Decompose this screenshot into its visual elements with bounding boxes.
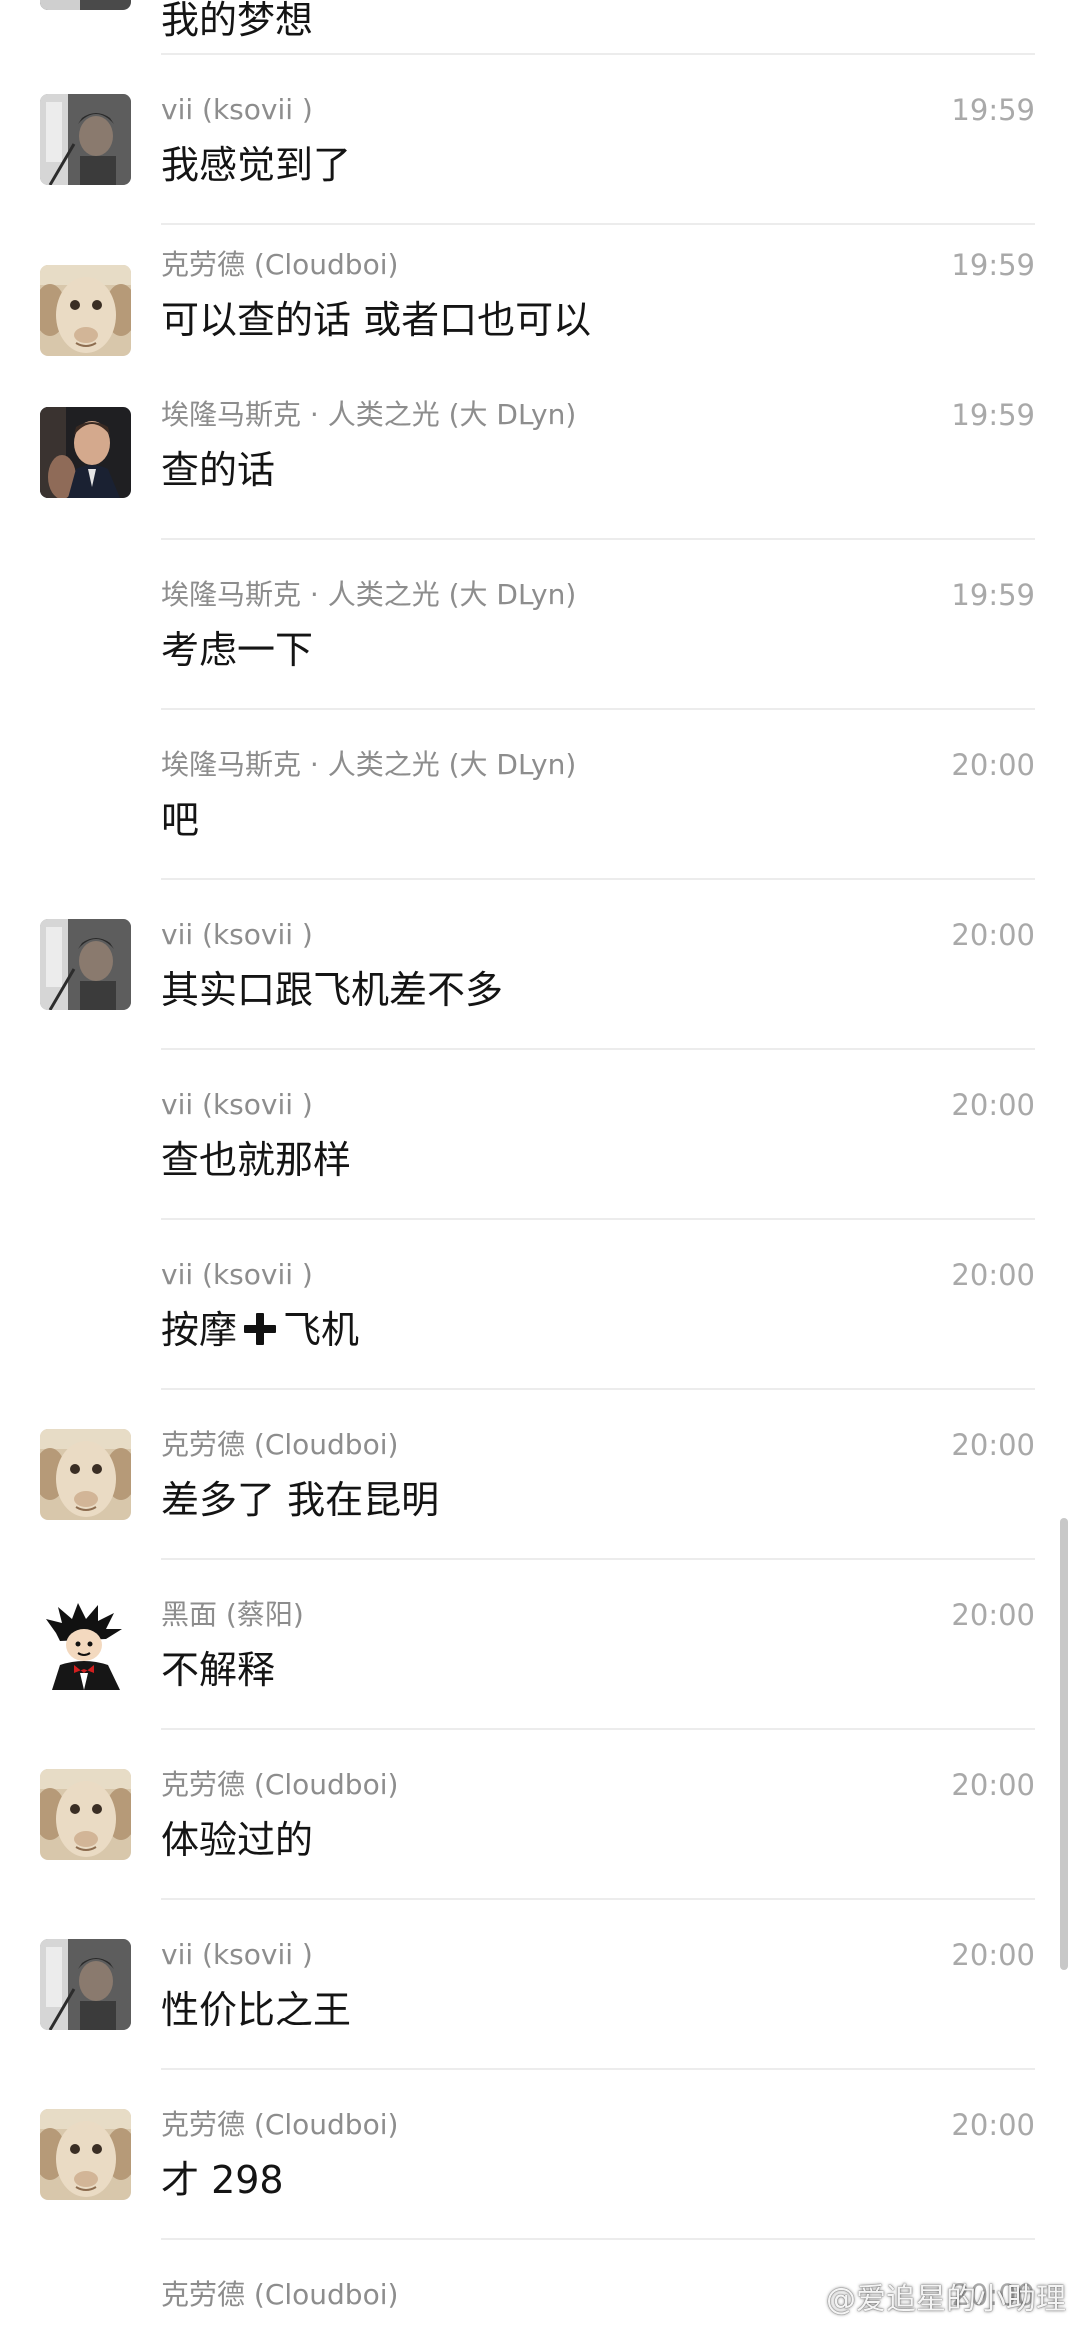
cloudboi-avatar-image [40,1769,131,1860]
message-text-part: 飞机 [283,1308,360,1352]
message-text: 查的话 [161,448,276,492]
chat-message-list[interactable]: 我的梦想 vii (ksovii ) 19:59 我感觉到了 克劳德 (Clou… [0,0,1080,2341]
avatar[interactable] [40,265,131,356]
message-time: 19:59 [951,398,1035,432]
message-item[interactable]: vii (ksovii ) 19:59 我感觉到了 [0,55,1080,225]
sender-name[interactable]: 克劳德 (Cloudboi) [161,2108,398,2142]
message-item[interactable]: vii (ksovii ) 20:00 性价比之王 [0,1900,1080,2070]
message-text: 其实口跟飞机差不多 [161,968,504,1012]
message-text: 我的梦想 [161,0,314,42]
message-item[interactable]: 克劳德 (Cloudboi) 20:00 才 298 [0,2070,1080,2240]
weibo-watermark: @爱追星的小助理 [782,2282,1066,2318]
message-time: 20:00 [951,1598,1035,1632]
message-text: 按摩 飞机 [161,1306,359,1354]
message-text-part: 按摩 [161,1308,238,1352]
message-item[interactable]: 埃隆马斯克 · 人类之光 (大 DLyn) 19:59 考虑一下 [0,540,1080,710]
sender-name[interactable]: 克劳德 (Cloudboi) [161,248,398,282]
message-time: 20:00 [951,1258,1035,1292]
sender-name[interactable]: 埃隆马斯克 · 人类之光 (大 DLyn) [161,748,576,782]
avatar[interactable] [40,1599,131,1690]
message-text: 考虑一下 [161,628,314,672]
message-item[interactable]: 克劳德 (Cloudboi) 20:00 差多了 我在昆明 [0,1390,1080,1560]
avatar[interactable] [40,2109,131,2200]
message-time: 20:00 [951,748,1035,782]
message-time: 19:59 [951,578,1035,612]
avatar[interactable] [40,1769,131,1860]
message-item[interactable]: 克劳德 (Cloudboi) 20:00 体验过的 [0,1730,1080,1900]
cloudboi-avatar-image [40,265,131,356]
sender-name[interactable]: 埃隆马斯克 · 人类之光 (大 DLyn) [161,398,576,432]
message-time: 20:00 [951,1938,1035,1972]
message-time: 20:00 [951,2108,1035,2142]
message-text: 差多了 我在昆明 [161,1478,440,1522]
avatar[interactable] [40,407,131,498]
avatar[interactable] [40,0,131,10]
avatar[interactable] [40,1939,131,2030]
message-text: 我感觉到了 [161,143,352,187]
sender-name[interactable]: vii (ksovii ) [161,1258,313,1292]
scrollbar-thumb[interactable] [1060,1518,1068,1970]
weibo-logo-icon [783,2284,822,2314]
message-item[interactable]: vii (ksovii ) 20:00 其实口跟飞机差不多 [0,880,1080,1050]
sender-name[interactable]: 埃隆马斯克 · 人类之光 (大 DLyn) [161,578,576,612]
sender-name[interactable]: 克劳德 (Cloudboi) [161,1768,398,1802]
message-item[interactable]: 埃隆马斯克 · 人类之光 (大 DLyn) 19:59 查的话 [0,370,1080,540]
sender-name[interactable]: vii (ksovii ) [161,918,313,952]
sender-name[interactable]: vii (ksovii ) [161,1088,313,1122]
vii-avatar-image [40,1939,131,2030]
avatar[interactable] [40,94,131,185]
sender-name[interactable]: vii (ksovii ) [161,93,313,127]
avatar[interactable] [40,1429,131,1520]
cloudboi-avatar-image [40,2109,131,2200]
avatar[interactable] [40,919,131,1010]
message-time: 20:00 [951,1088,1035,1122]
message-item[interactable]: 克劳德 (Cloudboi) 19:59 可以查的话 或者口也可以 [0,225,1080,370]
message-item[interactable]: 埃隆马斯克 · 人类之光 (大 DLyn) 20:00 吧 [0,710,1080,880]
elon-avatar-image [40,407,131,498]
message-item[interactable]: 黑面 (蔡阳) 20:00 不解释 [0,1560,1080,1730]
message-text: 可以查的话 或者口也可以 [161,298,592,342]
message-text: 查也就那样 [161,1138,352,1182]
message-time: 20:00 [951,1768,1035,1802]
message-text: 吧 [161,798,200,842]
message-item[interactable]: vii (ksovii ) 20:00 查也就那样 [0,1050,1080,1220]
message-item[interactable]: 我的梦想 [0,0,1080,55]
message-time: 20:00 [951,918,1035,952]
vii-avatar-image [40,94,131,185]
message-text: 不解释 [161,1648,276,1692]
sender-name[interactable]: 黑面 (蔡阳) [161,1598,304,1632]
cloudboi-avatar-image [40,1429,131,1520]
message-text: 体验过的 [161,1818,314,1862]
message-item[interactable]: vii (ksovii ) 20:00 按摩 飞机 [0,1220,1080,1390]
message-time: 20:00 [951,1428,1035,1462]
sender-name[interactable]: 克劳德 (Cloudboi) [161,2278,398,2312]
watermark-text: @爱追星的小助理 [826,2282,1066,2317]
sender-name[interactable]: 克劳德 (Cloudboi) [161,1428,398,1462]
message-time: 19:59 [951,93,1035,127]
message-time: 19:59 [951,248,1035,282]
sender-name[interactable]: vii (ksovii ) [161,1938,313,1972]
message-text: 才 298 [161,2158,284,2202]
heavy-plus-icon [244,1313,277,1345]
cartoon-avatar-image [40,1599,131,1690]
message-text: 性价比之王 [161,1988,352,2032]
vii-avatar-image [40,919,131,1010]
